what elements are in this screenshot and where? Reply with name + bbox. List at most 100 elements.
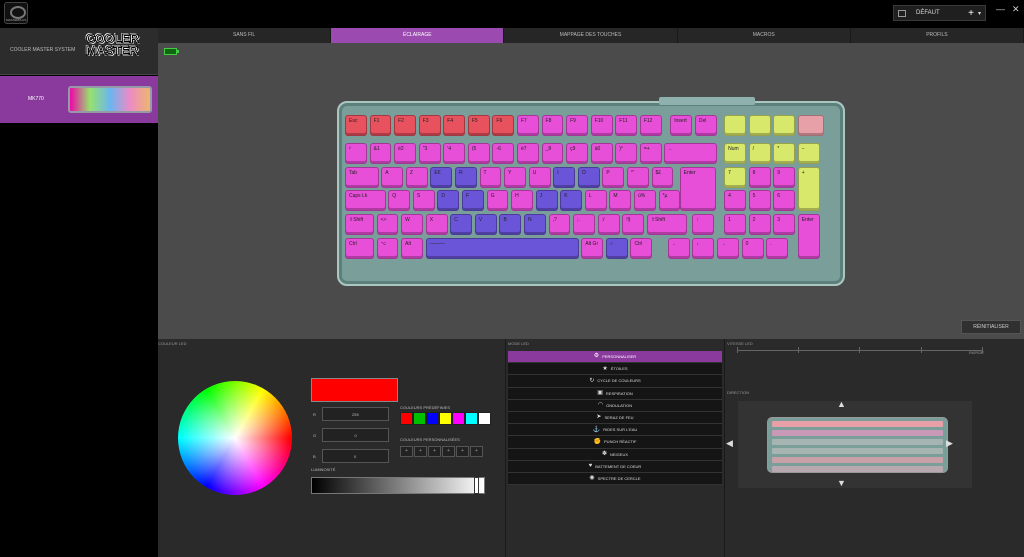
key[interactable]: S [412,190,435,212]
close-icon[interactable]: ✕ [1012,4,1020,15]
preset-color-swatch[interactable] [413,412,426,425]
key[interactable]: ,? [548,214,571,236]
key[interactable]: ù% [633,190,656,212]
led-mode-item[interactable]: ★ ÉTOILES [508,363,722,376]
tab-eclairage[interactable]: ÉCLAIRAGE [331,28,505,43]
key[interactable]: $£ [651,166,674,188]
key[interactable]: ↓ [692,238,715,259]
brand-row[interactable]: COOLER MASTER SYSTEM COOLER MASTER [0,28,158,75]
key[interactable]: O [577,166,600,188]
key[interactable]: -6 [492,142,515,164]
key[interactable]: Alt Gr [581,238,604,259]
key[interactable]: 8 [748,166,771,188]
add-custom-color-button[interactable]: + [442,446,455,457]
b-input[interactable]: 0 [321,449,389,463]
key[interactable]: 9 [773,166,796,188]
g-input[interactable]: 0 [322,428,390,442]
key[interactable]: 6 [773,190,796,212]
key[interactable]: 2 [748,214,771,236]
preset-color-swatch[interactable] [426,412,439,425]
tab-sans-fil[interactable]: SANS FIL [158,28,332,43]
key[interactable]: Alt [401,238,424,259]
key[interactable]: 4 [724,190,746,212]
key[interactable]: :/ [597,214,620,236]
add-custom-color-button[interactable]: + [400,446,413,457]
brightness-slider[interactable] [311,477,485,494]
key[interactable]: 3 [773,214,796,236]
preset-color-swatch[interactable] [439,412,452,425]
key[interactable]: F10 [590,115,613,136]
key[interactable]: ○ [605,238,628,259]
key[interactable]: R [454,166,477,188]
add-profile-icon[interactable]: + [968,8,974,19]
add-custom-color-button[interactable]: + [414,446,427,457]
preset-color-swatch[interactable] [465,412,478,425]
key[interactable]: T [479,166,502,188]
key[interactable]: F6 [492,115,515,136]
key[interactable]: F8 [541,115,564,136]
key[interactable]: é2 [394,142,417,164]
key[interactable]: C [450,214,473,236]
led-mode-item[interactable]: ⚓ RIDES SUR L'EAU [508,424,722,437]
led-mode-item[interactable]: ▣ RESPIRATION [508,387,722,400]
key[interactable]: F2 [394,115,417,136]
key[interactable]: Esc [345,115,367,136]
key[interactable]: )° [615,142,638,164]
key[interactable]: + [797,166,820,212]
led-mode-item[interactable]: ⚙ PERSONNALISER [508,351,722,364]
led-mode-item[interactable]: ✽ NEIGEUX [508,448,722,461]
key[interactable]: ;. [573,214,596,236]
arrow-down-icon[interactable]: ▼ [837,478,846,488]
key[interactable]: !§ [622,214,645,236]
key[interactable]: è7 [516,142,539,164]
preset-color-swatch[interactable] [478,412,491,425]
key[interactable]: F [462,190,484,212]
key[interactable]: B [499,214,522,236]
key[interactable] [773,115,796,136]
reset-button[interactable]: RÉINITIALISER [961,320,1021,334]
key[interactable]: Ctrl [630,238,653,259]
arrow-left-icon[interactable]: ◀ [726,438,733,449]
preset-color-swatch[interactable] [400,412,413,425]
key[interactable]: Q [388,190,411,212]
key[interactable]: Insert [670,115,693,136]
key[interactable]: Caps Lk [345,190,386,212]
key[interactable]: G [486,190,509,212]
key[interactable]: ↑ [692,214,715,236]
add-custom-color-button[interactable]: + [456,446,469,457]
key[interactable]: U [528,166,551,188]
brightness-handle[interactable] [474,477,480,494]
key[interactable]: ^¨ [626,166,649,188]
add-custom-color-button[interactable]: + [470,446,483,457]
key[interactable]: − [797,142,820,164]
key[interactable]: F3 [418,115,441,136]
key[interactable]: J [535,190,558,212]
led-mode-item[interactable]: ↻ CYCLE DE COULEURS [508,375,722,388]
key[interactable]: F12 [639,115,662,136]
key[interactable]: à0 [590,142,613,164]
key[interactable]: ← [664,142,717,164]
tab-profils[interactable]: PROFILS [851,28,1024,43]
key[interactable]: D [437,190,460,212]
key[interactable]: Enter [797,214,820,259]
key[interactable]: I [553,166,576,188]
key[interactable]: V [474,214,497,236]
r-input[interactable]: 255 [321,407,389,421]
key[interactable]: *µ [658,190,681,212]
key[interactable]: Z [405,166,428,188]
key[interactable]: H [511,190,534,212]
key[interactable]: ⇧Shift [345,214,374,236]
key[interactable]: Y [504,166,526,188]
key[interactable]: F4 [443,115,466,136]
tab-macros[interactable]: MACROS [678,28,851,43]
key[interactable]: ² [345,142,367,164]
key[interactable]: F1 [369,115,392,136]
tab-mappage[interactable]: MAPPAGE DES TOUCHES [504,28,678,43]
key[interactable]: ← [667,238,690,259]
led-mode-item[interactable]: ♥ BATTEMENT DE COEUR [508,460,722,473]
key[interactable]: . [766,238,789,259]
key[interactable]: ç9 [566,142,589,164]
key[interactable]: 5 [748,190,771,212]
key[interactable]: _8 [541,142,564,164]
key[interactable]: Enter [679,166,716,212]
